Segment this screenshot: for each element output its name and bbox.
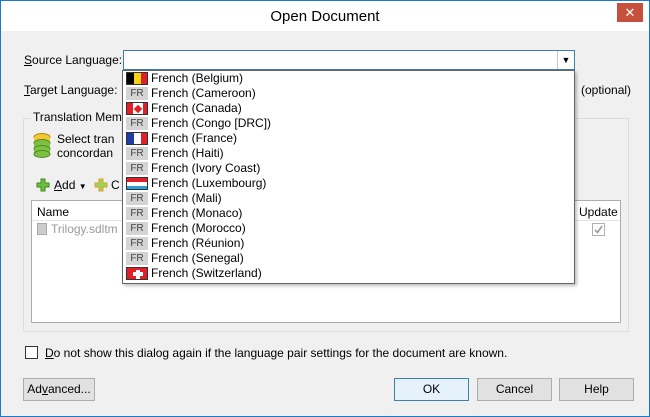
advanced-button[interactable]: Advanced... bbox=[23, 378, 95, 401]
language-option[interactable]: FR French (Ivory Coast) bbox=[124, 161, 573, 176]
chevron-down-icon[interactable]: ▼ bbox=[557, 51, 574, 69]
source-language-combo[interactable]: ▼ bbox=[123, 50, 575, 70]
generic-fr-icon: FR bbox=[126, 162, 148, 175]
language-option-label: French (Cameroon) bbox=[151, 86, 256, 100]
generic-fr-icon: FR bbox=[126, 87, 148, 100]
generic-fr-icon: FR bbox=[126, 192, 148, 205]
language-option[interactable]: FR French (Haiti) bbox=[124, 146, 573, 161]
language-option-label: French (Morocco) bbox=[151, 221, 246, 235]
update-checkbox[interactable] bbox=[592, 223, 605, 236]
language-option[interactable]: FR French (Congo [DRC]) bbox=[124, 116, 573, 131]
france-flag-icon bbox=[126, 132, 148, 145]
dont-show-checkbox[interactable] bbox=[25, 346, 38, 359]
language-option[interactable]: FR French (Réunion) bbox=[124, 236, 573, 251]
language-option[interactable]: FR French (Morocco) bbox=[124, 221, 573, 236]
generic-fr-icon: FR bbox=[126, 207, 148, 220]
generic-fr-icon: FR bbox=[126, 147, 148, 160]
tm-description-line2: concordan bbox=[57, 146, 114, 160]
language-option-label: French (Monaco) bbox=[151, 206, 243, 220]
close-button[interactable]: ✕ bbox=[617, 3, 643, 22]
language-option[interactable]: French (Switzerland) bbox=[124, 266, 573, 281]
luxembourg-flag-icon bbox=[126, 177, 148, 190]
language-option[interactable]: French (France) bbox=[124, 131, 573, 146]
belgium-flag-icon bbox=[126, 72, 148, 85]
language-option-label: French (Haiti) bbox=[151, 146, 224, 160]
tm-description-line1: Select tran bbox=[57, 132, 115, 146]
help-button[interactable]: Help bbox=[559, 378, 634, 401]
generic-fr-icon: FR bbox=[126, 117, 148, 130]
language-option-label: French (Senegal) bbox=[151, 251, 244, 265]
generic-fr-icon: FR bbox=[126, 237, 148, 250]
language-option[interactable]: FR French (Senegal) bbox=[124, 251, 573, 266]
column-update-header[interactable]: Update bbox=[579, 205, 618, 219]
source-language-dropdown[interactable]: French (Belgium) FR French (Cameroon) Fr… bbox=[122, 70, 575, 284]
dropdown-arrow-icon: ▼ bbox=[78, 182, 87, 191]
language-option-label: French (Réunion) bbox=[151, 236, 245, 250]
create-plus-icon[interactable] bbox=[94, 178, 108, 192]
ok-button[interactable]: OK bbox=[394, 378, 469, 401]
language-option-label: French (Switzerland) bbox=[151, 266, 262, 280]
cancel-button[interactable]: Cancel bbox=[477, 378, 552, 401]
database-icon bbox=[33, 132, 51, 160]
language-option-label: French (Ivory Coast) bbox=[151, 161, 261, 175]
switzerland-flag-icon bbox=[126, 267, 148, 280]
target-language-label: Target Language: bbox=[24, 83, 118, 97]
language-option-label: French (Congo [DRC]) bbox=[151, 116, 272, 130]
optional-label: (optional) bbox=[581, 83, 632, 97]
file-icon bbox=[37, 223, 47, 235]
tm-row-name: Trilogy.sdltm bbox=[51, 222, 118, 236]
language-option-label: French (Belgium) bbox=[151, 71, 244, 85]
language-option[interactable]: French (Luxembourg) bbox=[124, 176, 573, 191]
add-plus-icon[interactable] bbox=[36, 178, 50, 192]
window-title: Open Document bbox=[270, 8, 380, 25]
column-name-header[interactable]: Name bbox=[37, 205, 69, 219]
dont-show-label[interactable]: Do not show this dialog again if the lan… bbox=[45, 346, 507, 360]
language-option-label: French (Canada) bbox=[151, 101, 242, 115]
add-button[interactable]: Add ▼ bbox=[54, 178, 87, 192]
title-bar: Open Document ✕ bbox=[1, 1, 649, 31]
language-option[interactable]: French (Canada) bbox=[124, 101, 573, 116]
language-option-label: French (France) bbox=[151, 131, 238, 145]
create-button-partial[interactable]: C bbox=[111, 178, 120, 192]
generic-fr-icon: FR bbox=[126, 222, 148, 235]
language-option[interactable]: FR French (Cameroon) bbox=[124, 86, 573, 101]
canada-flag-icon bbox=[126, 102, 148, 115]
source-language-label: Source Language: bbox=[24, 53, 123, 67]
language-option[interactable]: FR French (Monaco) bbox=[124, 206, 573, 221]
language-option[interactable]: French (Belgium) bbox=[124, 71, 573, 86]
language-option[interactable]: FR French (Mali) bbox=[124, 191, 573, 206]
open-document-dialog: Open Document ✕ Source Language: ▼ Targe… bbox=[0, 0, 650, 417]
generic-fr-icon: FR bbox=[126, 252, 148, 265]
language-option-label: French (Mali) bbox=[151, 191, 222, 205]
language-option-label: French (Luxembourg) bbox=[151, 176, 267, 190]
